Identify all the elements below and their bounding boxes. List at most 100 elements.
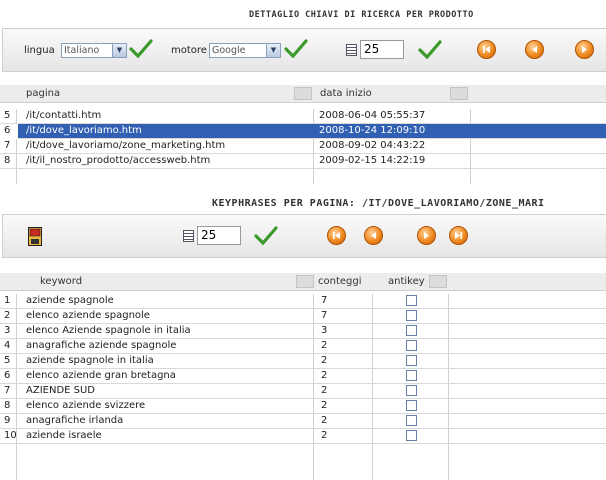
row-number: 4 [4,340,11,351]
lingua-select[interactable]: Italiano ▼ [61,43,127,58]
apply-page-size-check-icon[interactable] [254,226,278,246]
keyphrases-table-header: keyword conteggi antikey [0,273,606,291]
antikey-checkbox[interactable] [406,400,417,411]
row-number: 6 [0,124,18,139]
table-row[interactable]: 5 /it/contatti.htm 2008-06-04 05:55:37 [0,109,606,124]
keyword-cell: elenco aziende gran bretagna [26,370,176,381]
apply-lingua-check-icon[interactable] [129,39,153,59]
row-number: 1 [4,295,11,306]
table-row[interactable]: 10 aziende israele 2 [0,429,606,444]
column-header-keyword[interactable]: keyword [40,273,82,291]
column-resize-handle[interactable] [296,275,314,288]
row-number: 10 [4,430,17,441]
count-cell: 2 [321,340,328,351]
row-number: 7 [4,140,11,151]
antikey-checkbox[interactable] [406,340,417,351]
count-cell: 2 [321,355,328,366]
table-row[interactable]: 5 aziende spagnole in italia 2 [0,354,606,369]
antikey-checkbox[interactable] [406,430,417,441]
pages-table-body: 5 /it/contatti.htm 2008-06-04 05:55:37 6… [0,109,606,184]
next-page-icon[interactable] [417,226,436,245]
count-cell: 7 [321,310,328,321]
pagina-cell: /it/contatti.htm [26,110,102,121]
apply-page-size-check-icon[interactable] [418,40,442,60]
row-number: 5 [4,355,11,366]
column-header-antikey[interactable]: antikey [388,273,425,291]
lingua-label: lingua [24,45,55,56]
dropdown-arrow-icon: ▼ [266,44,280,57]
prev-page-icon[interactable] [364,226,383,245]
keyword-cell: elenco Aziende spagnole in italia [26,325,191,336]
row-number: 3 [4,325,11,336]
table-row[interactable]: 4 anagrafiche aziende spagnole 2 [0,339,606,354]
apply-motore-check-icon[interactable] [284,39,308,59]
table-row[interactable]: 2 elenco aziende spagnole 7 [0,309,606,324]
column-header-data-inizio[interactable]: data inizio [320,85,372,103]
keyword-cell: aziende israele [26,430,102,441]
row-number: 6 [4,370,11,381]
column-header-conteggi[interactable]: conteggi [318,273,362,291]
table-row[interactable]: 1 aziende spagnole 7 [0,294,606,309]
keyword-cell: anagrafiche irlanda [26,415,124,426]
antikey-checkbox[interactable] [406,370,417,381]
row-number: 2 [4,310,11,321]
keyword-cell: anagrafiche aziende spagnole [26,340,177,351]
bottom-page-size-input[interactable]: 25 [197,226,241,245]
table-row[interactable]: 8 /it/il_nostro_prodotto/accessweb.htm 2… [0,154,606,169]
count-cell: 2 [321,400,328,411]
column-resize-handle[interactable] [429,275,447,288]
table-row-selected[interactable]: 6 /it/dove_lavoriamo.htm 2008-10-24 12:0… [0,124,606,139]
bottom-toolbar: 25 [2,214,606,258]
count-cell: 3 [321,325,328,336]
motore-value: Google [212,45,246,56]
column-resize-handle[interactable] [450,87,468,100]
count-cell: 2 [321,430,328,441]
data-inizio-cell: 2008-06-04 05:55:37 [319,110,426,121]
keyphrases-table-body: 1 aziende spagnole 7 2 elenco aziende sp… [0,294,606,480]
antikey-checkbox[interactable] [406,295,417,306]
grid-icon [346,44,357,56]
column-header-pagina[interactable]: pagina [26,85,60,103]
first-page-icon[interactable] [327,226,346,245]
table-row[interactable]: 9 anagrafiche irlanda 2 [0,414,606,429]
row-number: 8 [4,400,11,411]
table-row[interactable]: 8 elenco aziende svizzere 2 [0,399,606,414]
top-page-size-input[interactable]: 25 [360,40,404,59]
top-section-title: DETTAGLIO CHIAVI DI RICERCA PER PRODOTTO [249,10,474,20]
prev-page-icon[interactable] [525,40,544,59]
antikey-checkbox[interactable] [406,415,417,426]
save-icon[interactable] [28,227,42,246]
next-page-icon[interactable] [575,40,594,59]
count-cell: 7 [321,295,328,306]
antikey-checkbox[interactable] [406,355,417,366]
row-number: 7 [4,385,11,396]
pagina-cell: /it/dove_lavoriamo.htm [26,125,142,136]
count-cell: 2 [321,415,328,426]
keyword-cell: elenco aziende svizzere [26,400,146,411]
antikey-checkbox[interactable] [406,310,417,321]
antikey-checkbox[interactable] [406,325,417,336]
keyword-cell: elenco aziende spagnole [26,310,150,321]
column-resize-handle[interactable] [294,87,312,100]
bottom-section-title: KEYPHRASES PER PAGINA: /IT/DOVE_LAVORIAM… [212,198,545,209]
table-row[interactable]: 7 AZIENDE SUD 2 [0,384,606,399]
row-number: 5 [4,110,11,121]
last-page-icon[interactable] [449,226,468,245]
pages-table-header: pagina data inizio [0,85,606,103]
pagina-cell: /it/dove_lavoriamo/zone_marketing.htm [26,140,226,151]
table-row[interactable]: 6 elenco aziende gran bretagna 2 [0,369,606,384]
grid-icon [183,230,194,242]
first-page-icon[interactable] [477,40,496,59]
table-row[interactable]: 3 elenco Aziende spagnole in italia 3 [0,324,606,339]
row-number: 8 [4,155,11,166]
count-cell: 2 [321,385,328,396]
pagina-cell: /it/il_nostro_prodotto/accessweb.htm [26,155,211,166]
row-number: 9 [4,415,11,426]
table-row[interactable]: 7 /it/dove_lavoriamo/zone_marketing.htm … [0,139,606,154]
motore-label: motore [171,45,207,56]
keyword-cell: aziende spagnole [26,295,114,306]
motore-select[interactable]: Google ▼ [209,43,281,58]
keyword-cell: AZIENDE SUD [26,385,96,396]
count-cell: 2 [321,370,328,381]
antikey-checkbox[interactable] [406,385,417,396]
